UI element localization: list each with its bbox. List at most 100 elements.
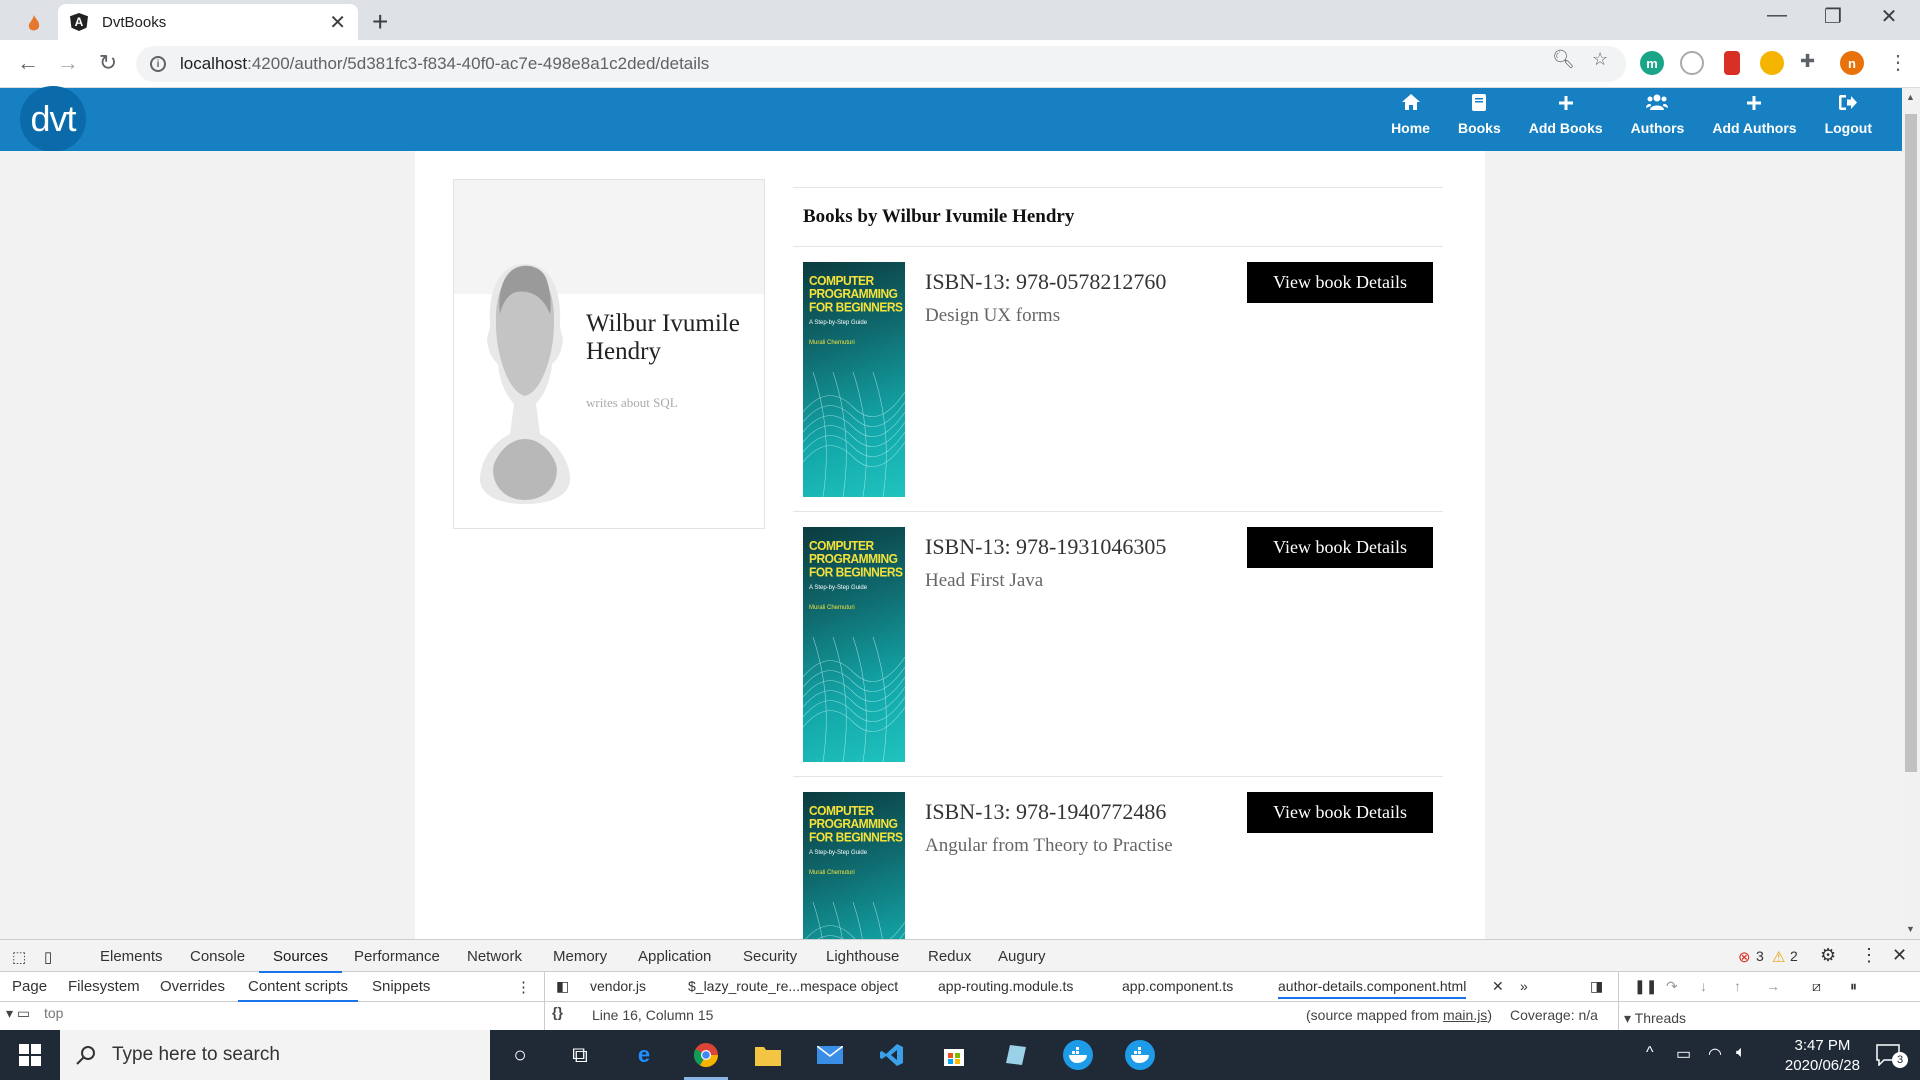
scroll-up-icon[interactable]: ▲ — [1906, 92, 1915, 102]
navigator-tab[interactable]: Overrides — [160, 978, 225, 995]
devtools-tab[interactable]: Augury — [998, 948, 1046, 965]
more-menu-icon[interactable]: ⋮ — [1888, 50, 1908, 75]
extensions-puzzle-icon[interactable]: ✚ — [1800, 51, 1815, 72]
close-window-icon[interactable]: ✕ — [1866, 4, 1912, 29]
pinned-tab[interactable] — [14, 8, 54, 40]
deactivate-breakpoints-icon[interactable]: ⧄ — [1812, 978, 1821, 995]
main-container: Wilbur Ivumile Hendry writes about SQL B… — [415, 151, 1485, 939]
devtools-tab[interactable]: Application — [638, 948, 711, 965]
extension-moon-icon[interactable] — [1760, 51, 1784, 75]
forward-icon[interactable]: → — [54, 50, 82, 76]
devtools-tab[interactable]: Memory — [553, 948, 607, 965]
settings-gear-icon[interactable]: ⚙ — [1820, 945, 1836, 966]
warning-icon[interactable]: ⚠ — [1772, 948, 1785, 966]
file-tab[interactable]: app-routing.module.ts — [938, 978, 1073, 994]
reload-icon[interactable]: ↻ — [94, 50, 122, 76]
store-icon[interactable] — [938, 1040, 970, 1070]
maximize-icon[interactable]: ❐ — [1810, 4, 1856, 29]
navigator-more-icon[interactable]: ⋮ — [516, 978, 531, 996]
devtools-tab[interactable]: Performance — [354, 948, 440, 965]
volume-icon[interactable]: 🔈︎ — [1736, 1044, 1746, 1062]
mail-icon[interactable] — [814, 1040, 846, 1070]
extension-m-icon[interactable]: m — [1640, 51, 1664, 75]
file-tab[interactable]: vendor.js — [590, 978, 646, 994]
view-book-details-button[interactable]: View book Details — [1247, 262, 1433, 303]
devtools-tab[interactable]: Network — [467, 948, 522, 965]
nav-logout[interactable]: Logout — [1825, 94, 1872, 136]
zoom-icon[interactable]: 🔍︎ — [1552, 49, 1575, 70]
step-into-icon[interactable]: ↓ — [1700, 978, 1707, 994]
system-clock[interactable]: 3:47 PM 2020/06/28 — [1785, 1036, 1860, 1076]
close-tab-icon[interactable]: ✕ — [329, 10, 346, 35]
view-book-details-button[interactable]: View book Details — [1247, 527, 1433, 568]
show-hidden-icons-icon[interactable]: ^ — [1646, 1044, 1654, 1062]
extension-circle-icon[interactable] — [1680, 51, 1704, 75]
battery-icon[interactable]: ▭ — [1676, 1044, 1691, 1064]
dvt-logo[interactable]: dvt — [20, 86, 86, 152]
scrollbar-thumb[interactable] — [1905, 114, 1917, 772]
nav-home[interactable]: Home — [1391, 94, 1430, 136]
docker-icon[interactable] — [1062, 1040, 1094, 1070]
threads-toggle[interactable]: ▾ Threads — [1624, 1010, 1686, 1027]
file-explorer-icon[interactable] — [752, 1040, 784, 1070]
taskbar-search[interactable]: Type here to search — [60, 1030, 490, 1080]
toggle-navigator-icon[interactable]: ◧ — [556, 978, 569, 995]
devtools-tab[interactable]: Redux — [928, 948, 971, 965]
devtools-tab[interactable]: Security — [743, 948, 797, 965]
cortana-icon[interactable]: ○ — [504, 1040, 536, 1070]
edge-icon[interactable]: e — [628, 1040, 660, 1070]
file-tab[interactable]: app.component.ts — [1122, 978, 1233, 994]
toggle-debugger-icon[interactable]: ◨ — [1590, 978, 1603, 995]
docker-icon[interactable] — [1124, 1040, 1156, 1070]
step-icon[interactable]: → — [1766, 978, 1780, 994]
chrome-icon[interactable] — [690, 1040, 722, 1070]
nav-add-authors[interactable]: Add Authors — [1712, 94, 1797, 136]
profile-avatar[interactable]: n — [1840, 51, 1864, 75]
extension-lock-icon[interactable] — [1724, 51, 1740, 75]
notifications-icon[interactable]: 3 — [1872, 1040, 1908, 1070]
step-out-icon[interactable]: ↑ — [1734, 978, 1741, 994]
frame-top[interactable]: top — [44, 1005, 63, 1021]
nav-add-books[interactable]: Add Books — [1529, 94, 1603, 136]
back-icon[interactable]: ← — [14, 50, 42, 76]
file-tab[interactable]: $_lazy_route_re...mespace object — [688, 978, 898, 994]
navigator-tab[interactable]: Page — [12, 978, 47, 995]
vscode-icon[interactable] — [876, 1040, 908, 1070]
step-over-icon[interactable]: ↷ — [1666, 978, 1678, 995]
error-icon[interactable]: ⊗ — [1738, 948, 1751, 966]
devtools-tab-active[interactable]: Sources — [258, 948, 343, 973]
new-tab-button[interactable]: + — [372, 6, 388, 38]
navigator-tab[interactable]: Snippets — [372, 978, 430, 995]
devtools-tab[interactable]: Console — [190, 948, 245, 965]
devtools-tab[interactable]: Elements — [100, 948, 163, 965]
pretty-print-icon[interactable]: {} — [552, 1004, 563, 1020]
wifi-icon[interactable]: ◠ — [1708, 1044, 1722, 1064]
site-info-icon[interactable]: i — [150, 56, 166, 72]
pause-on-exceptions-icon[interactable]: ⏸ — [1850, 978, 1857, 995]
bookmark-star-icon[interactable]: ☆ — [1592, 49, 1608, 70]
close-file-icon[interactable]: ✕ — [1492, 978, 1504, 995]
nav-books[interactable]: Books — [1458, 94, 1501, 136]
devtools-more-icon[interactable]: ⋮ — [1860, 945, 1878, 966]
browser-tab-active[interactable]: A DvtBooks ✕ — [58, 4, 358, 40]
scroll-down-icon[interactable]: ▼ — [1906, 924, 1915, 934]
pause-icon[interactable]: ❚❚ — [1634, 978, 1657, 995]
navigator-tab-active[interactable]: Content scripts — [237, 978, 359, 1002]
page-scrollbar[interactable]: ▲ ▼ — [1902, 88, 1920, 939]
book-isbn: ISBN-13: 978-1940772486 — [925, 799, 1167, 824]
frame-tree-toggle-icon[interactable]: ▾ ▭ — [6, 1005, 30, 1022]
navigator-tab[interactable]: Filesystem — [68, 978, 140, 995]
more-tabs-icon[interactable]: » — [1520, 978, 1528, 994]
view-book-details-button[interactable]: View book Details — [1247, 792, 1433, 833]
minimize-icon[interactable]: — — [1754, 4, 1800, 27]
nav-authors[interactable]: Authors — [1631, 94, 1684, 136]
inspect-element-icon[interactable]: ⬚ — [12, 948, 26, 966]
start-button[interactable] — [0, 1030, 60, 1080]
file-tab-active[interactable]: author-details.component.html — [1278, 978, 1467, 999]
device-toolbar-icon[interactable]: ▯ — [44, 948, 52, 966]
devtools-tab[interactable]: Lighthouse — [826, 948, 899, 965]
task-view-icon[interactable]: ⧉ — [564, 1040, 596, 1070]
devtools-close-icon[interactable]: ✕ — [1892, 945, 1907, 966]
app-tablet-icon[interactable] — [1000, 1040, 1032, 1070]
address-bar[interactable]: i localhost:4200/author/5d381fc3-f834-40… — [136, 46, 1626, 82]
